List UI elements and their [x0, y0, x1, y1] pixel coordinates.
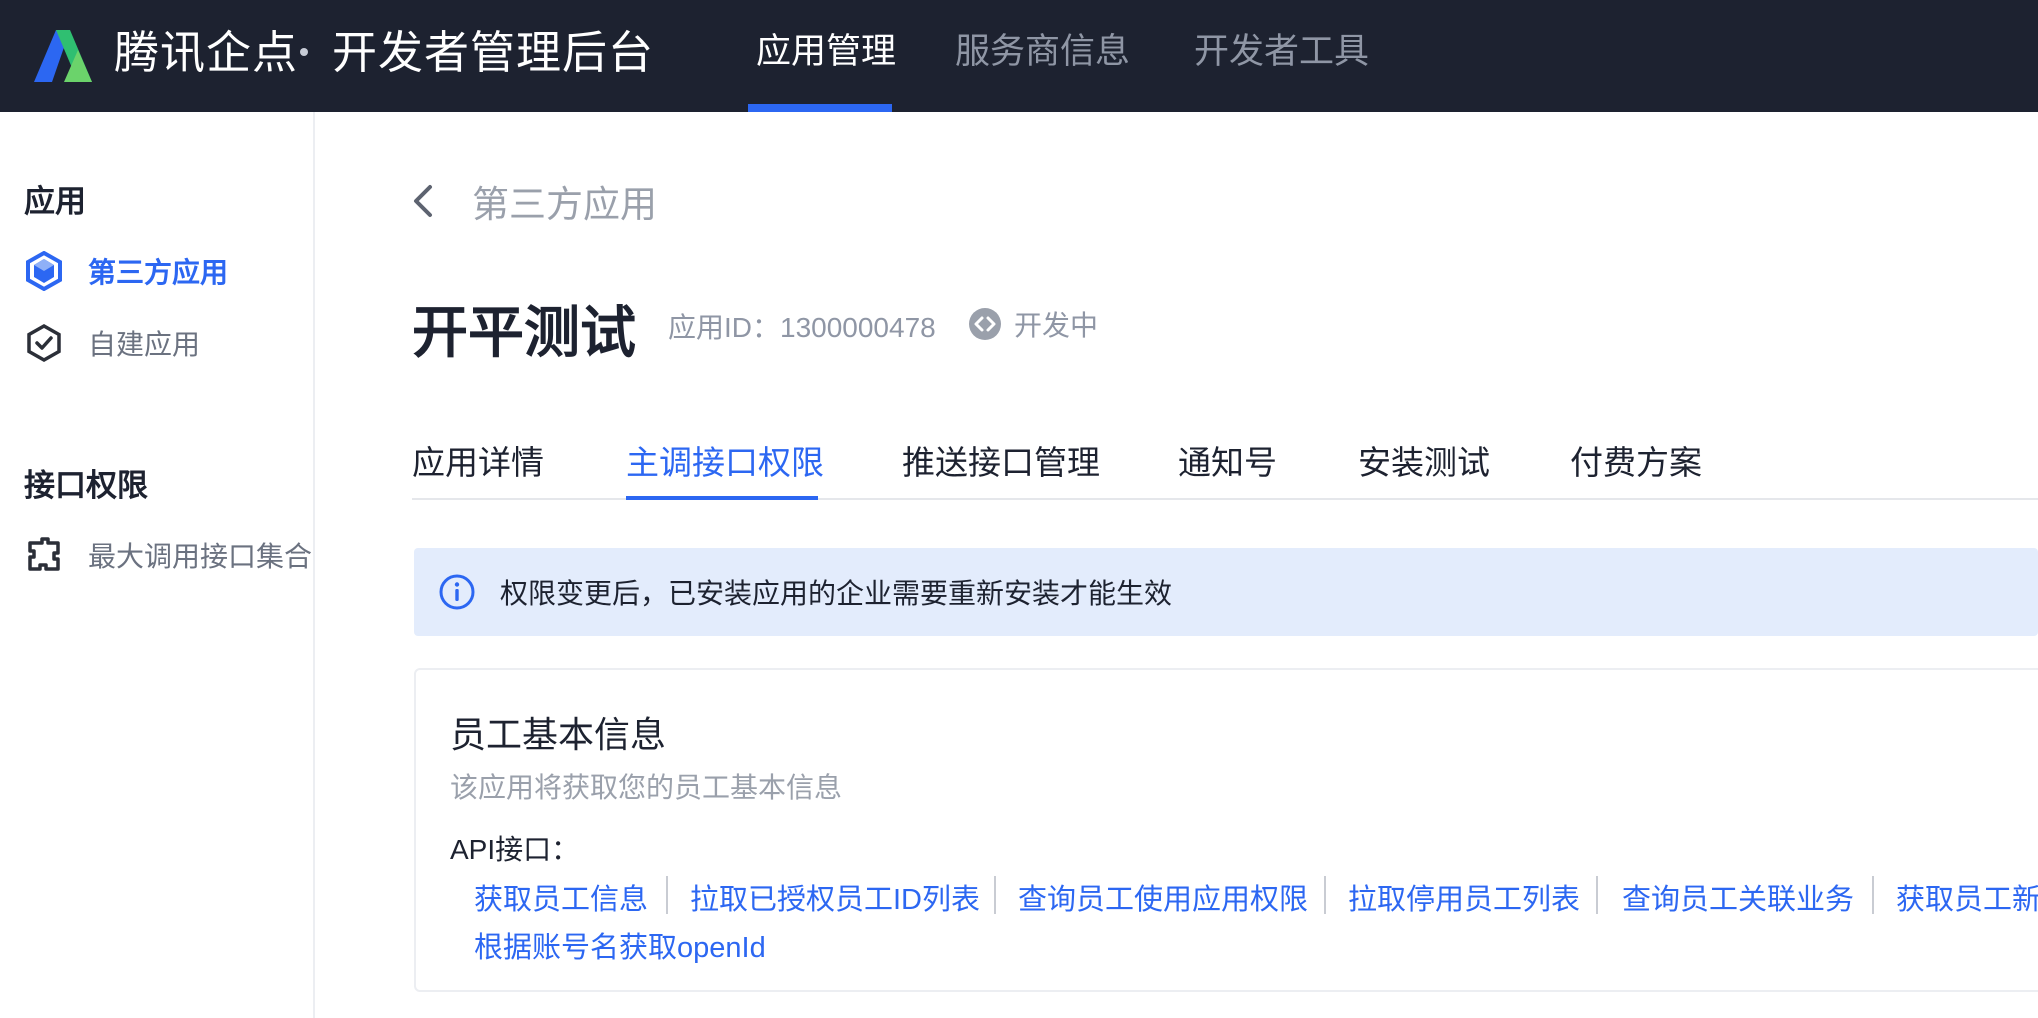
- tab-app-details[interactable]: 应用详情: [412, 438, 544, 500]
- api-link-authorized-employee-ids[interactable]: 拉取已授权员工ID列表: [690, 876, 980, 918]
- api-separator: [1596, 876, 1598, 914]
- tab-active-indicator: [626, 496, 818, 500]
- sidebar-item-third-party-apps[interactable]: 第三方应用: [24, 246, 314, 296]
- back-link-label: 第三方应用: [472, 184, 657, 225]
- top-navbar: 腾讯企点 开发者管理后台 应用管理 服务商信息 开发者工具: [0, 0, 2038, 112]
- info-notice: 权限变更后，已安装应用的企业需要重新安装才能生效: [414, 548, 2038, 636]
- sidebar-item-max-api-set[interactable]: 最大调用接口集合: [24, 530, 314, 580]
- api-separator: [1872, 876, 1874, 914]
- topnav-app-management[interactable]: 应用管理: [756, 0, 896, 112]
- api-link-openid-by-account[interactable]: 根据账号名获取openId: [474, 924, 766, 966]
- app-id: 应用ID：1300000478: [668, 312, 936, 343]
- api-link-get-employee-new[interactable]: 获取员工新: [1896, 876, 2038, 918]
- brand-separator-dot: [300, 48, 308, 56]
- tab-bar: 应用详情 主调接口权限 推送接口管理 通知号 安装测试 付费方案: [412, 438, 2038, 500]
- api-list-label: API接口：: [450, 834, 580, 865]
- api-link-disabled-employee-list[interactable]: 拉取停用员工列表: [1348, 876, 1580, 918]
- api-separator: [666, 876, 668, 914]
- api-link-employee-related-business[interactable]: 查询员工关联业务: [1622, 876, 1854, 918]
- topnav-active-indicator: [748, 104, 892, 112]
- sidebar-item-label: 最大调用接口集合: [88, 541, 313, 572]
- topnav-developer-tools[interactable]: 开发者工具: [1194, 0, 1369, 112]
- puzzle-icon: [28, 537, 60, 571]
- tab-primary-api-permissions[interactable]: 主调接口权限: [626, 438, 824, 500]
- page-title: 开平测试: [412, 301, 636, 364]
- api-separator: [1324, 876, 1326, 914]
- hexagon-check-icon: [27, 323, 61, 363]
- api-link-employee-app-permissions[interactable]: 查询员工使用应用权限: [1018, 876, 1308, 918]
- permission-card: 员工基本信息 该应用将获取您的员工基本信息 API接口： 获取员工信息 拉取已授…: [414, 668, 2038, 992]
- status-label: 开发中: [1014, 310, 1099, 341]
- status-badge: 开发中: [968, 304, 1098, 344]
- tab-pricing-plan[interactable]: 付费方案: [1570, 438, 1702, 500]
- topnav-provider-info[interactable]: 服务商信息: [955, 0, 1130, 112]
- api-link-get-employee-info[interactable]: 获取员工信息: [474, 876, 648, 918]
- code-icon: [969, 308, 1001, 340]
- sidebar-group-apps: 应用: [24, 184, 86, 219]
- tencent-qidian-logo-icon[interactable]: [34, 24, 110, 82]
- sidebar: 应用 第三方应用 自建应用 接口权限 最大调用接口集合: [0, 112, 315, 1018]
- sidebar-item-label: 第三方应用: [88, 257, 229, 288]
- tab-install-test[interactable]: 安装测试: [1358, 438, 1490, 500]
- card-description: 该应用将获取您的员工基本信息: [450, 772, 843, 803]
- tab-push-api-management[interactable]: 推送接口管理: [902, 438, 1100, 500]
- tab-notification-number[interactable]: 通知号: [1178, 438, 1277, 500]
- brand-name: 腾讯企点: [114, 27, 299, 78]
- sidebar-item-self-built-apps[interactable]: 自建应用: [24, 318, 314, 368]
- hexagon-cube-icon: [26, 251, 62, 291]
- card-title: 员工基本信息: [450, 714, 667, 755]
- brand-subtitle: 开发者管理后台: [332, 27, 655, 78]
- back-link[interactable]: 第三方应用: [410, 176, 657, 226]
- notice-text: 权限变更后，已安装应用的企业需要重新安装才能生效: [500, 578, 1173, 609]
- sidebar-group-api-permissions: 接口权限: [24, 468, 148, 503]
- api-separator: [994, 876, 996, 914]
- sidebar-item-label: 自建应用: [88, 329, 201, 360]
- info-icon: [439, 574, 475, 610]
- chevron-left-icon: [414, 185, 432, 217]
